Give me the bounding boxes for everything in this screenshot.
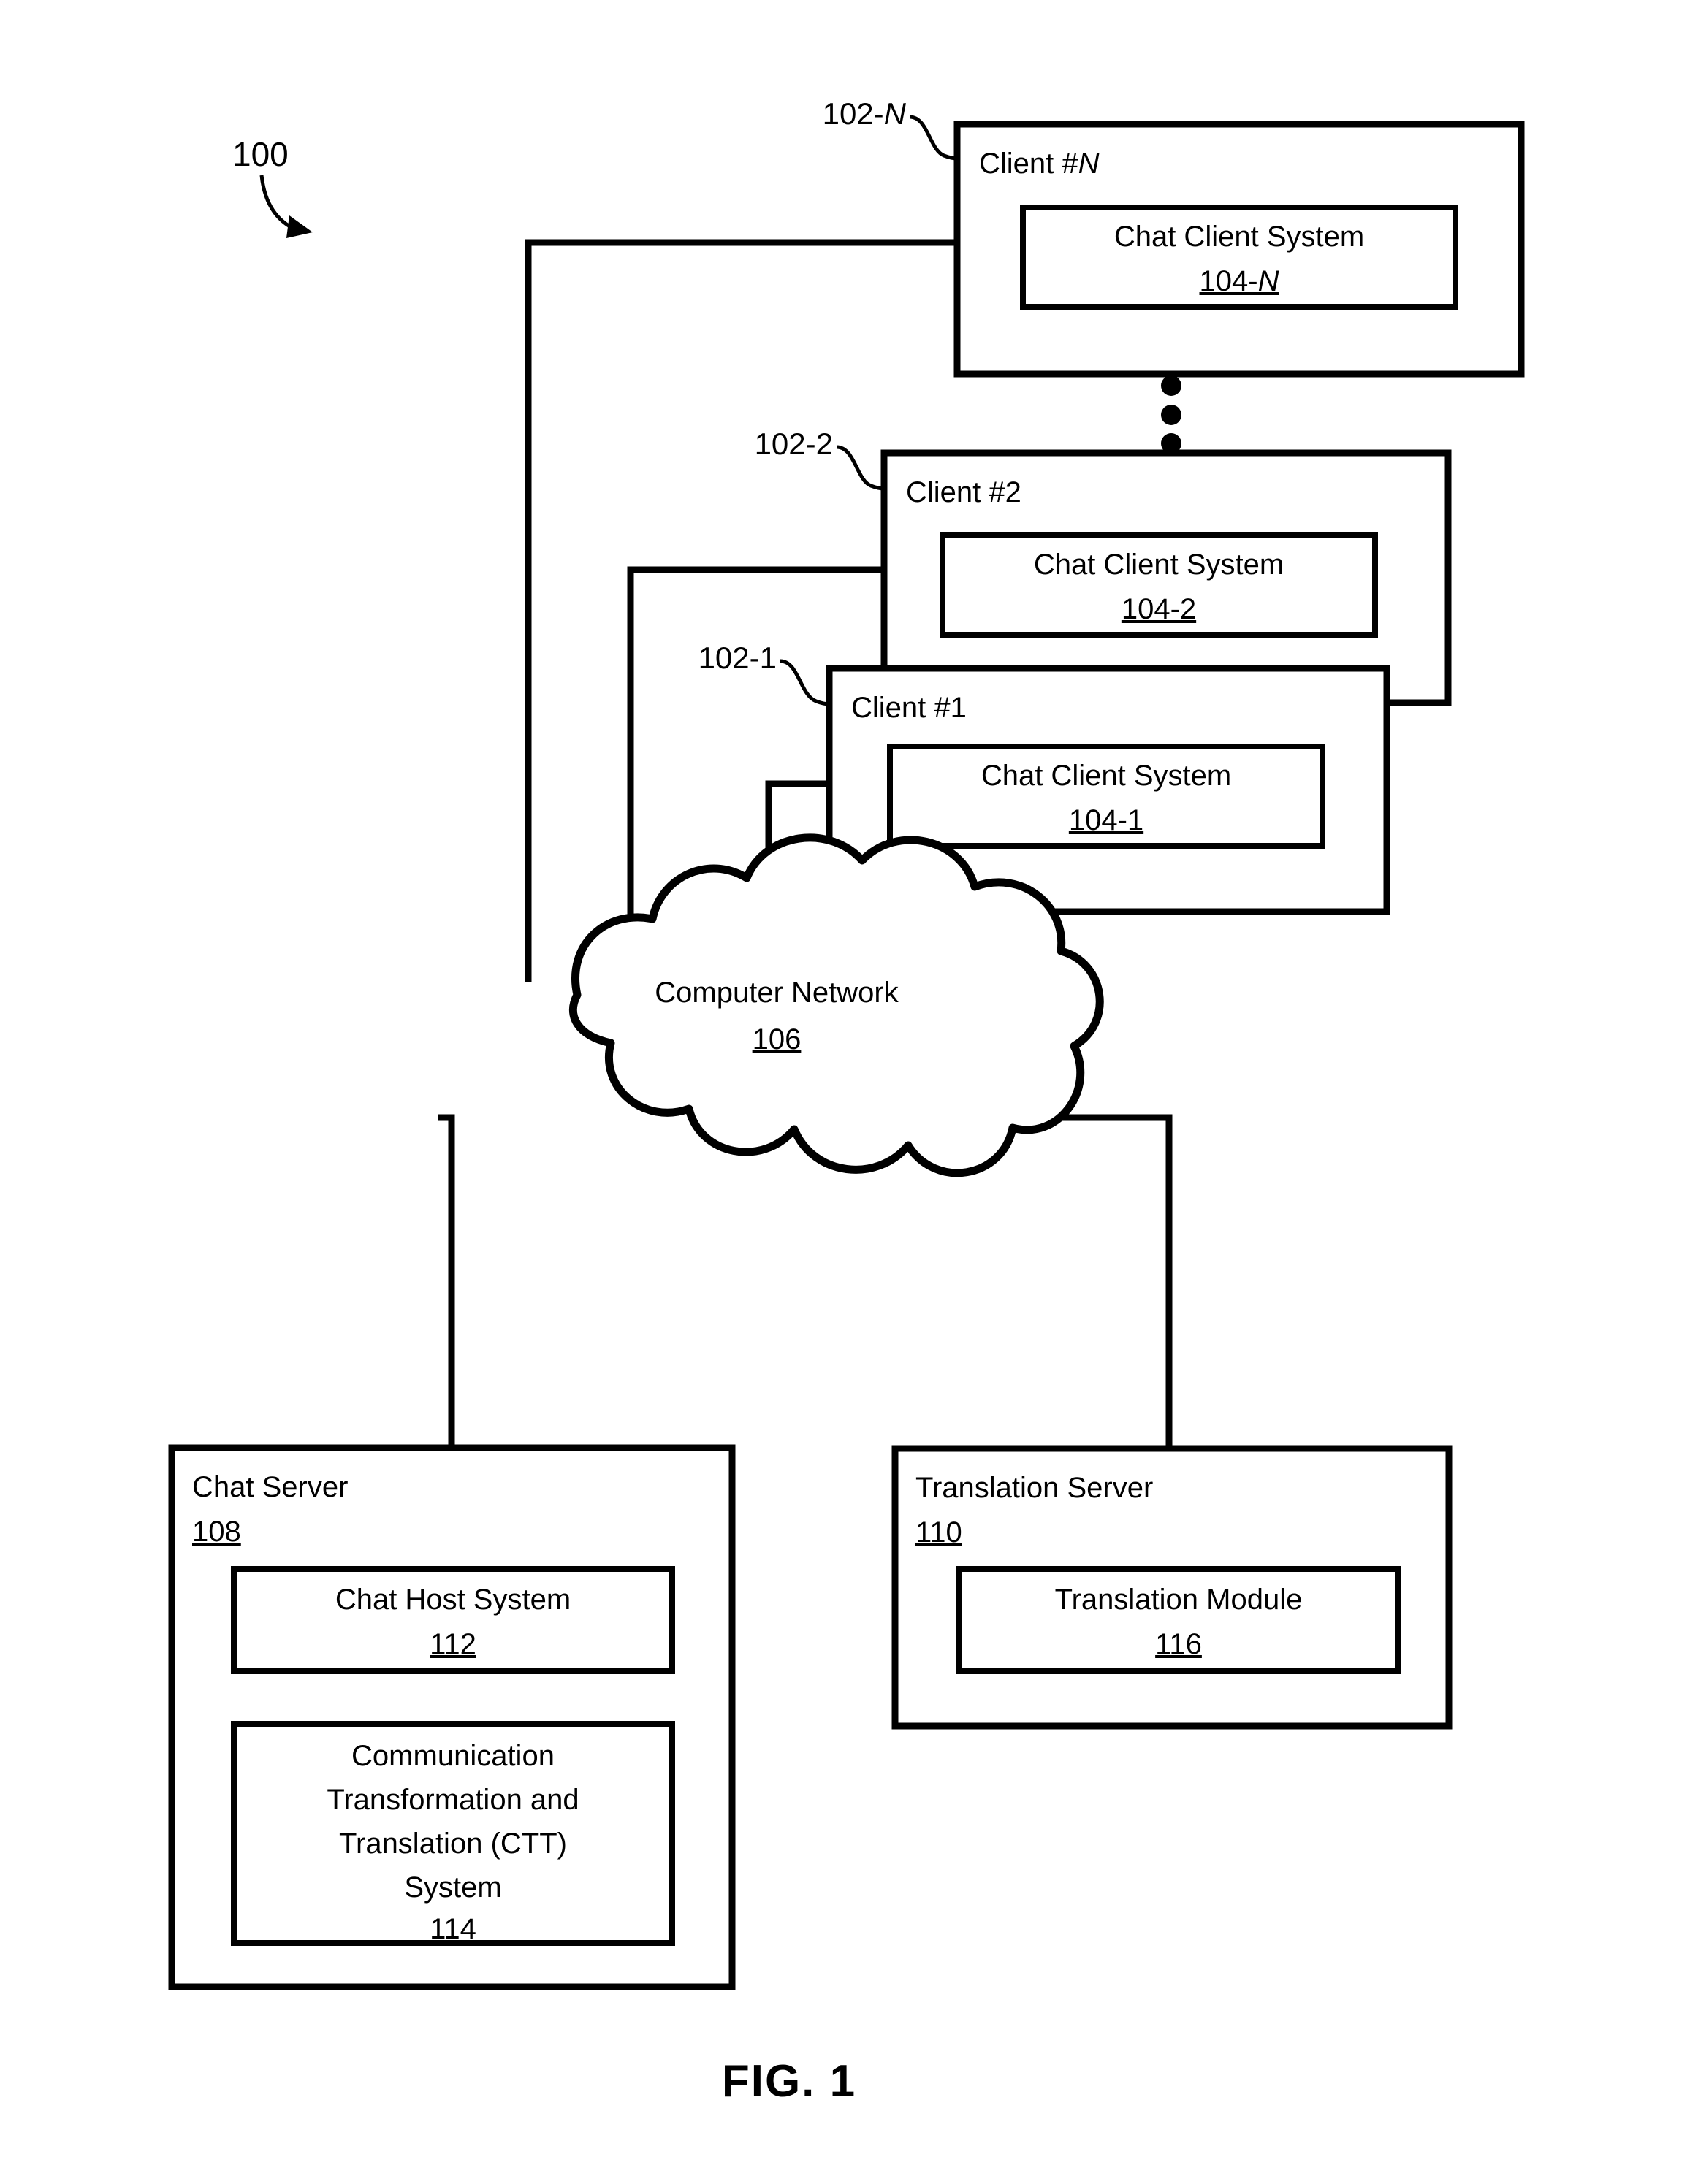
system-label-arrow-head (286, 215, 313, 238)
system-label-100: 100 (232, 135, 313, 238)
vertical-ellipsis-icon (1161, 375, 1181, 454)
figure-root: Client #N Chat Client System 104-N 102-N… (0, 0, 1698, 2184)
link-network-to-chat-server (438, 1114, 455, 1448)
client-2-title: Client #2 (906, 476, 1021, 508)
system-label-arrow-line (259, 175, 294, 230)
leader-label-client-1: 102-1 (698, 641, 777, 675)
computer-network-node[interactable]: Computer Network 106 (568, 833, 1104, 1177)
chat-server-ref: 108 (192, 1516, 241, 1548)
ctt-system-title-line-3: Translation (CTT) (339, 1828, 567, 1860)
client-n-node[interactable]: Client #N Chat Client System 104-N (953, 121, 1525, 378)
link-network-to-translation-server (1059, 1114, 1173, 1450)
translation-module-title: Translation Module (1055, 1584, 1303, 1616)
client-n-title: Client #N (979, 148, 1100, 180)
chat-client-system-1-title: Chat Client System (981, 760, 1231, 792)
leader-line-client-1 (780, 659, 830, 706)
computer-network-title: Computer Network (655, 977, 899, 1009)
chat-client-system-2-title: Chat Client System (1034, 549, 1284, 581)
chat-client-system-1-ref: 104-1 (1069, 804, 1143, 836)
translation-module-ref: 116 (1155, 1628, 1202, 1660)
chat-server-title: Chat Server (192, 1471, 348, 1503)
chat-host-system-title: Chat Host System (335, 1584, 571, 1616)
leader-client-n: 102-N (823, 96, 958, 161)
chat-server-node[interactable]: Chat Server 108 Chat Host System 112 Com… (168, 1444, 736, 1990)
ctt-system-title-line-4: System (404, 1871, 501, 1904)
chat-host-system-ref: 112 (430, 1628, 476, 1660)
network-architecture-diagram: Client #N Chat Client System 104-N 102-N… (168, 96, 1525, 2107)
leader-label-client-2: 102-2 (755, 427, 833, 461)
leader-line-client-2 (836, 445, 885, 491)
ctt-system-title-line-1: Communication (351, 1740, 555, 1772)
leader-client-2: 102-2 (755, 427, 885, 491)
leader-line-client-n (909, 115, 958, 161)
system-number-label: 100 (232, 135, 289, 173)
chat-client-system-2-ref: 104-2 (1122, 593, 1196, 625)
ctt-system-title-line-2: Transformation and (327, 1784, 579, 1816)
translation-server-title: Translation Server (915, 1472, 1153, 1504)
chat-client-system-n-ref: 104-N (1200, 265, 1279, 297)
client-1-title: Client #1 (851, 692, 967, 724)
leader-label-client-n: 102-N (823, 96, 907, 131)
computer-network-ref: 106 (753, 1023, 802, 1055)
chat-client-system-n-title: Chat Client System (1114, 221, 1364, 253)
figure-caption: FIG. 1 (722, 2056, 856, 2107)
translation-server-ref: 110 (915, 1516, 962, 1549)
leader-client-1: 102-1 (698, 641, 830, 706)
ctt-system-ref: 114 (430, 1913, 476, 1945)
translation-server-node[interactable]: Translation Server 110 Translation Modul… (891, 1445, 1453, 1730)
